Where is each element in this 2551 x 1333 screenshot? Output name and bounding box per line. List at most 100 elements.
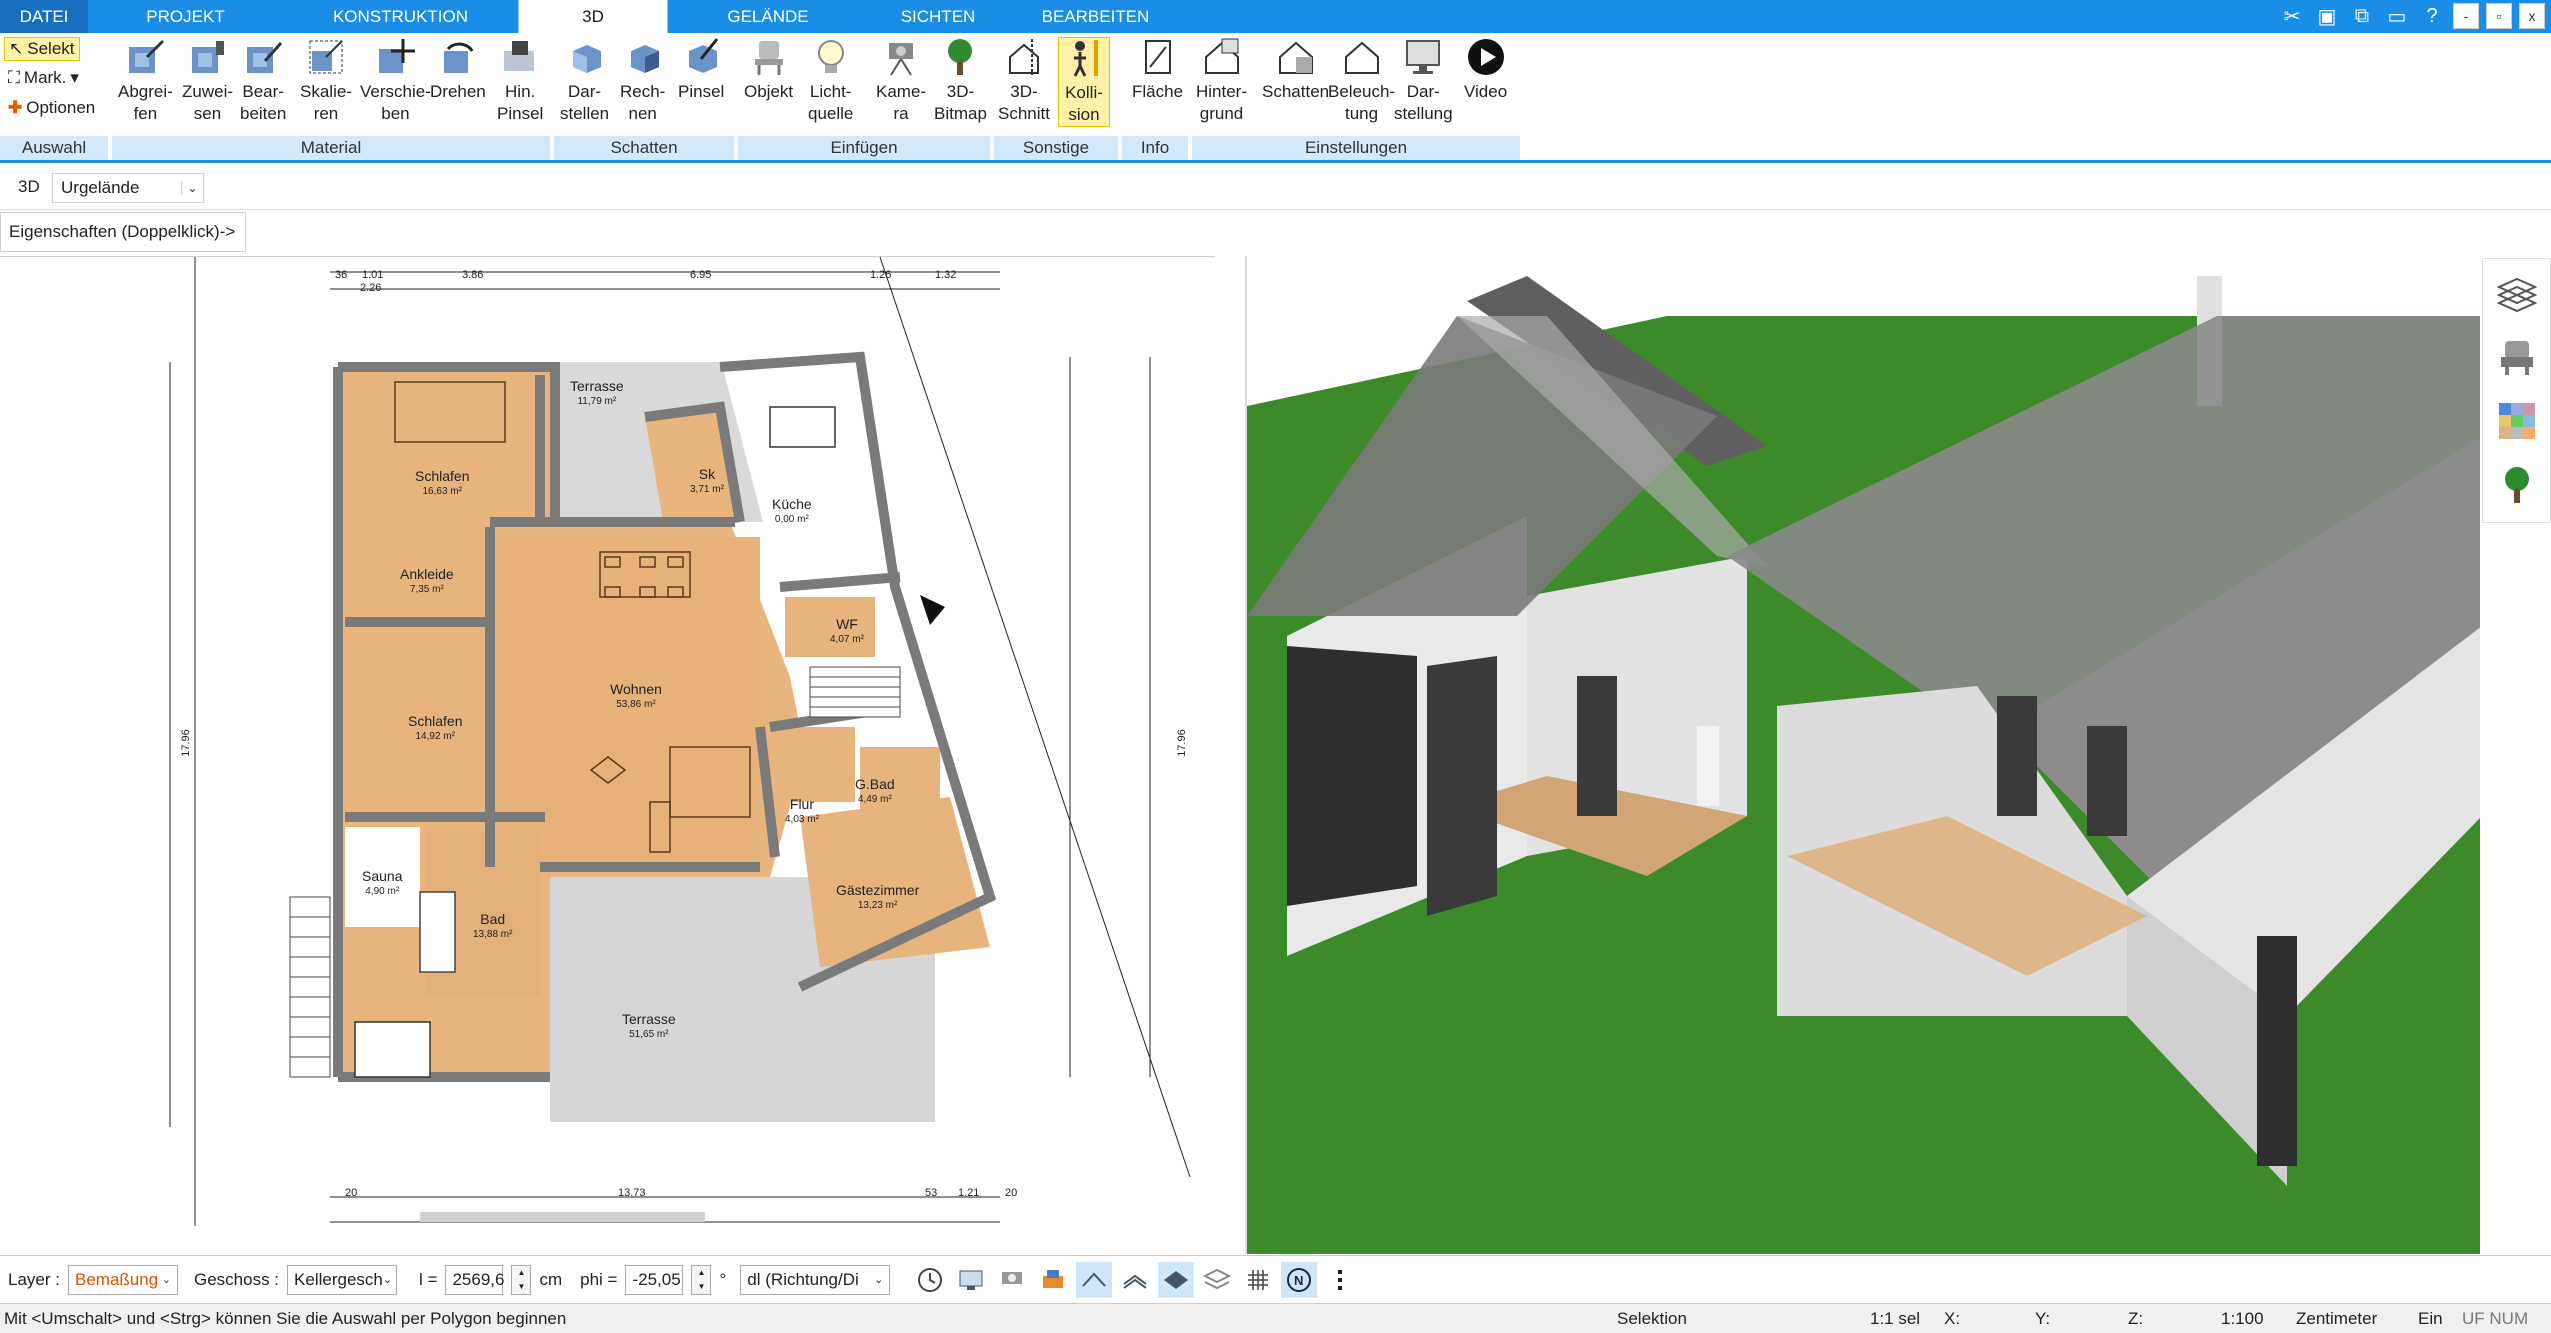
plane-view-icon[interactable] [1158,1261,1195,1298]
material-assign-label: Zuwei- sen [182,82,234,123]
room-label-wohnen: Wohnen 53,86 m² [610,681,662,711]
dim-top-3: 3.86 [462,269,484,281]
3d-view[interactable] [1245,256,2480,1254]
material-assign-button[interactable]: Zuwei- sen [182,37,233,125]
display-button[interactable]: Dar- stellung [1394,37,1453,125]
clock-icon[interactable] [912,1262,948,1298]
dim-top-7: 2.26 [360,282,382,294]
tools-icon[interactable]: ✂ [2278,3,2306,29]
video-button[interactable]: Video [1464,37,1507,103]
walk-mode-icon[interactable] [1076,1261,1113,1298]
north-icon[interactable]: N [1281,1261,1318,1298]
shadow-settings-button[interactable]: Schatten [1262,37,1329,103]
window-list-icon[interactable]: ▭ [2383,3,2411,29]
cube-brush-icon [680,37,722,77]
material-palette-icon[interactable] [2497,401,2537,441]
background-button[interactable]: Hinter- grund [1196,37,1247,125]
group-einstellungen: Hinter- grund Schatten Beleuch- tung Dar… [1192,33,1522,160]
insert-bitmap-button[interactable]: 3D- Bitmap [934,37,987,125]
select-button[interactable]: ↖ Selekt [4,37,80,61]
mark-button[interactable]: ⛶ Mark. ▾ [4,67,83,89]
tab-datei[interactable]: DATEI [0,0,88,33]
phi-input[interactable]: -25,05 [625,1264,684,1295]
section-3d-button[interactable]: 3D- Schnitt [998,37,1050,125]
fly-mode-icon[interactable] [1117,1262,1153,1298]
monitor-snap-icon[interactable] [953,1262,989,1298]
material-move-button[interactable]: Verschie- ben [360,37,431,125]
furniture-catalog-icon[interactable] [2497,337,2537,377]
material-pick-button[interactable]: Abgrei- fen [118,37,173,125]
dim-top-5: 1.26 [870,269,892,281]
window-controls: ✂ ▣ ⧉ ▭ ? - ▫ x [2278,3,2545,29]
tab-konstruktion[interactable]: KONSTRUKTION [283,0,518,33]
area-label: Fläche [1132,82,1184,101]
room-label-terrasse-bottom: Terrasse 51,65 m² [622,1011,676,1041]
more-options-icon[interactable] [1322,1262,1358,1298]
length-label: l = [419,1269,438,1289]
background-brush-button[interactable]: Hin. Pinsel [497,37,543,125]
scale-icon [305,37,347,77]
restore-button[interactable]: ▫ [2486,3,2512,29]
help-icon[interactable]: ? [2418,3,2446,29]
material-assign-icon [187,37,229,77]
collision-button[interactable]: Kolli- sion [1058,37,1110,127]
floor-plan-view[interactable]: Terrasse 11,79 m² Schlafen 16,63 m² Sk 3,71… [0,256,1215,1226]
options-button[interactable]: ✚ Optionen [4,97,99,119]
room-label-schlafen-2: Schlafen 14,92 m² [408,713,463,743]
group-label-info: Info [1122,136,1190,160]
status-y: Y: [2035,1309,2051,1328]
group-material: Abgrei- fen Zuwei- sen Bear- beiten Skal… [112,33,552,160]
status-hint: Mit <Umschalt> und <Strg> können Sie die… [4,1309,567,1328]
grid-icon[interactable] [1240,1262,1276,1298]
material-rotate-button[interactable]: Drehen [430,37,486,103]
eyedropper-icon [124,37,166,77]
dim-bottom-6: 20 [1005,1187,1018,1199]
tab-3d[interactable]: 3D [518,0,668,33]
dl-select[interactable]: dl (Richtung/Di ⌄ [740,1264,891,1295]
material-edit-button[interactable]: Bear- beiten [240,37,286,125]
status-bar: Mit <Umschalt> und <Strg> können Sie die… [0,1303,2551,1333]
print-icon[interactable] [1035,1262,1071,1298]
shadow-brush-button[interactable]: Pinsel [678,37,724,103]
insert-light-button[interactable]: Licht- quelle [808,37,853,125]
tree-icon [939,37,981,77]
layer-select[interactable]: Bemaßung ⌄ [67,1264,178,1295]
dim-top-1: 36 [335,269,348,281]
insert-camera-button[interactable]: Kame- ra [876,37,926,125]
plants-icon[interactable] [2497,465,2537,505]
floor-select[interactable]: Kellergesch ⌄ [287,1264,398,1295]
shadow-show-label: Dar- stellen [560,82,610,123]
properties-button[interactable]: Eigenschaften (Doppelklick)-> [0,212,246,252]
tab-sichten[interactable]: SICHTEN [868,0,1008,33]
phi-label: phi = [580,1269,618,1289]
shadow-show-button[interactable]: Dar- stellen [560,37,609,125]
tab-projekt[interactable]: PROJEKT [88,0,283,33]
layers-snap-icon[interactable] [1199,1262,1235,1298]
insert-object-button[interactable]: Objekt [744,37,793,103]
window-tile-icon[interactable]: ▣ [2313,3,2341,29]
length-input[interactable]: 2569,6 [445,1264,504,1295]
ribbon-tab-bar: DATEI PROJEKT KONSTRUKTION 3D GELÄNDE SI… [0,0,2551,33]
app-window: DATEI PROJEKT KONSTRUKTION 3D GELÄNDE SI… [0,0,2551,1333]
plan-horizontal-scrollbar[interactable] [420,1212,705,1222]
tab-bearbeiten[interactable]: BEARBEITEN [1008,0,1183,33]
window-cascade-icon[interactable]: ⧉ [2348,3,2376,29]
camera-snap-icon[interactable] [994,1262,1030,1298]
shadow-calc-button[interactable]: Rech- nen [620,37,665,125]
phi-stepper[interactable]: ▲ ▼ [691,1264,712,1295]
room-label-gaestezimmer: Gästezimmer 13,23 m² [836,882,920,912]
lighting-button[interactable]: Beleuch- tung [1328,37,1395,125]
length-stepper[interactable]: ▲ ▼ [511,1264,532,1295]
group-auswahl: ↖ Selekt ⛶ Mark. ▾ ✚ Optionen Auswahl [0,33,110,160]
tab-gelaende[interactable]: GELÄNDE [668,0,868,33]
room-label-flur: Flur 4,03 m² [785,796,819,826]
status-unit: Zentimeter [2296,1309,2378,1328]
status-ein: Ein [2418,1309,2443,1328]
terrain-select[interactable]: Urgelände ⌄ [52,173,204,203]
layers-icon[interactable] [2496,273,2538,313]
minimize-button[interactable]: - [2453,3,2479,29]
area-button[interactable]: Fläche [1132,37,1183,103]
close-button[interactable]: x [2519,3,2545,29]
material-scale-button[interactable]: Skalie- ren [300,37,352,125]
chevron-down-icon: ⌄ [382,1274,393,1286]
